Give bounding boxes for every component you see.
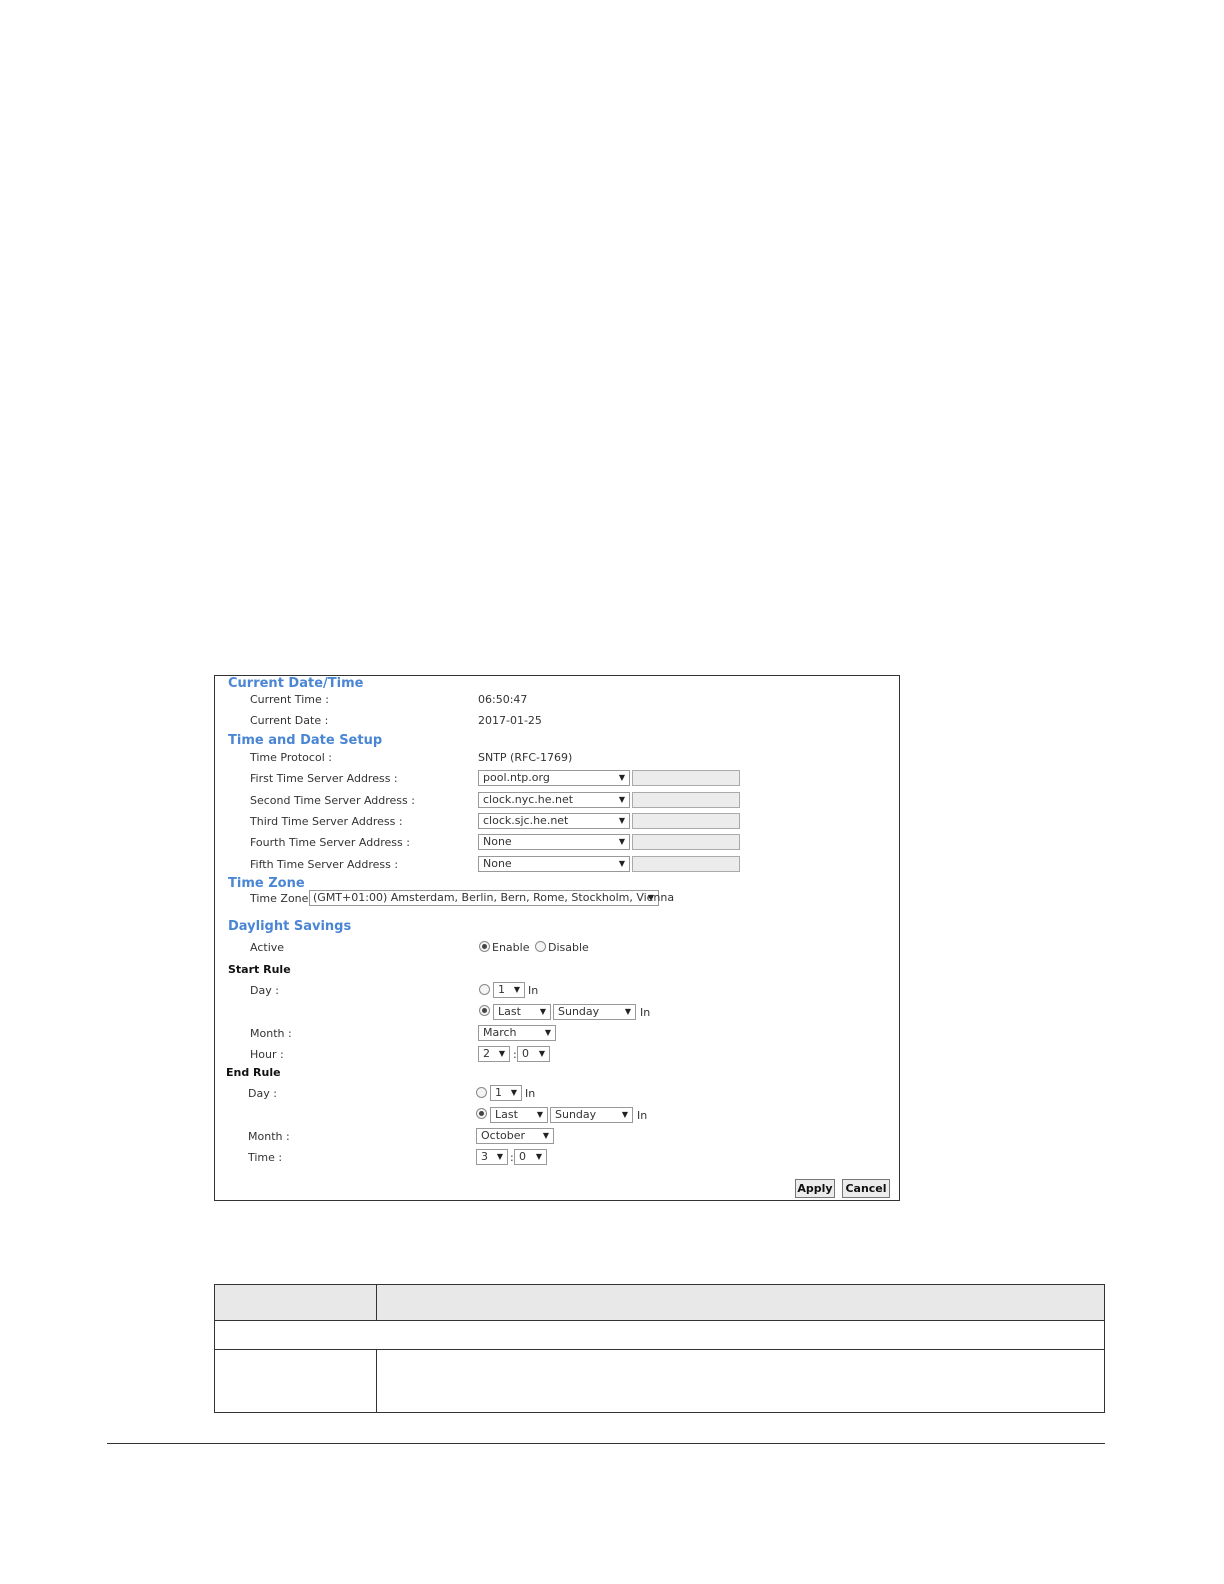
end-weekday-select[interactable]: Sunday ▼ — [550, 1107, 633, 1123]
fifth-server-custom-input[interactable] — [632, 856, 740, 872]
third-server-custom-input[interactable] — [632, 813, 740, 829]
daylight-disable-radio[interactable] — [535, 941, 546, 952]
chevron-down-icon: ▼ — [618, 859, 625, 868]
time-protocol-label: Time Protocol : — [250, 751, 332, 764]
end-rule-heading: End Rule — [226, 1066, 281, 1079]
start-month-label: Month : — [250, 1027, 292, 1040]
current-date-label: Current Date : — [250, 714, 329, 727]
end-week-select[interactable]: Last ▼ — [490, 1107, 548, 1123]
chevron-down-icon: ▼ — [624, 1007, 631, 1016]
start-day-number-select[interactable]: 1 ▼ — [493, 982, 525, 998]
table-row-description-cell — [376, 1349, 1105, 1413]
current-date-value: 2017-01-25 — [478, 714, 542, 727]
fourth-server-label: Fourth Time Server Address : — [250, 836, 410, 849]
chevron-down-icon: ▼ — [513, 985, 520, 994]
third-server-select[interactable]: clock.sjc.he.net ▼ — [478, 813, 630, 829]
fourth-server-custom-input[interactable] — [632, 834, 740, 850]
chevron-down-icon: ▼ — [536, 1110, 543, 1119]
first-server-label: First Time Server Address : — [250, 772, 398, 785]
end-day-label: Day : — [248, 1087, 277, 1100]
daylight-enable-radio[interactable] — [479, 941, 490, 952]
first-server-select[interactable]: pool.ntp.org ▼ — [478, 770, 630, 786]
section-time-zone: Time Zone — [228, 876, 305, 891]
chevron-down-icon: ▼ — [539, 1007, 546, 1016]
chevron-down-icon: ▼ — [496, 1152, 503, 1161]
daylight-enable-label: Enable — [492, 941, 530, 954]
third-server-label: Third Time Server Address : — [250, 815, 403, 828]
end-time-label: Time : — [248, 1151, 283, 1164]
table-header-description-cell — [376, 1284, 1105, 1321]
fifth-server-select[interactable]: None ▼ — [478, 856, 630, 872]
section-daylight-savings: Daylight Savings — [228, 919, 352, 934]
start-hour-label: Hour : — [250, 1048, 284, 1061]
chevron-down-icon: ▼ — [498, 1049, 505, 1058]
chevron-down-icon: ▼ — [647, 893, 654, 902]
start-in-label-2: In — [640, 1006, 651, 1019]
start-month-select[interactable]: March ▼ — [478, 1025, 556, 1041]
start-day-number-radio[interactable] — [479, 984, 490, 995]
start-minute-select[interactable]: 0 ▼ — [517, 1046, 550, 1062]
section-current-datetime: Current Date/Time — [228, 676, 364, 691]
current-time-value: 06:50:47 — [478, 693, 528, 706]
end-in-label-2: In — [637, 1109, 648, 1122]
second-server-label: Second Time Server Address : — [250, 794, 415, 807]
end-minute-select[interactable]: 0 ▼ — [514, 1149, 547, 1165]
start-hour-select[interactable]: 2 ▼ — [478, 1046, 510, 1062]
start-rule-heading: Start Rule — [228, 963, 291, 976]
end-in-label-1: In — [525, 1087, 536, 1100]
time-settings-panel: Current Date/Time Current Time : 06:50:4… — [214, 675, 900, 1201]
footer-divider — [107, 1443, 1105, 1444]
chevron-down-icon: ▼ — [542, 1131, 549, 1140]
end-day-number-radio[interactable] — [476, 1087, 487, 1098]
time-zone-label: Time Zone : — [250, 892, 316, 905]
fourth-server-select[interactable]: None ▼ — [478, 834, 630, 850]
end-hour-select[interactable]: 3 ▼ — [476, 1149, 508, 1165]
daylight-disable-label: Disable — [548, 941, 589, 954]
chevron-down-icon: ▼ — [618, 837, 625, 846]
table-section-row — [214, 1320, 1105, 1350]
chevron-down-icon: ▼ — [544, 1028, 551, 1037]
chevron-down-icon: ▼ — [618, 795, 625, 804]
daylight-active-label: Active — [250, 941, 285, 954]
apply-button[interactable]: Apply — [795, 1179, 835, 1198]
chevron-down-icon: ▼ — [538, 1049, 545, 1058]
chevron-down-icon: ▼ — [510, 1088, 517, 1097]
table-row-label-cell — [214, 1349, 377, 1413]
section-time-date-setup: Time and Date Setup — [228, 733, 383, 748]
chevron-down-icon: ▼ — [618, 773, 625, 782]
description-table — [214, 1284, 1105, 1413]
end-day-week-radio[interactable] — [476, 1108, 487, 1119]
start-day-label: Day : — [250, 984, 279, 997]
fifth-server-label: Fifth Time Server Address : — [250, 858, 399, 871]
start-week-select[interactable]: Last ▼ — [493, 1004, 551, 1020]
first-server-custom-input[interactable] — [632, 770, 740, 786]
second-server-custom-input[interactable] — [632, 792, 740, 808]
start-in-label-1: In — [528, 984, 539, 997]
start-weekday-select[interactable]: Sunday ▼ — [553, 1004, 636, 1020]
chevron-down-icon: ▼ — [535, 1152, 542, 1161]
time-zone-select[interactable]: (GMT+01:00) Amsterdam, Berlin, Bern, Rom… — [309, 890, 674, 906]
chevron-down-icon: ▼ — [621, 1110, 628, 1119]
cancel-button[interactable]: Cancel — [842, 1179, 890, 1198]
end-month-label: Month : — [248, 1130, 290, 1143]
end-day-number-select[interactable]: 1 ▼ — [490, 1085, 522, 1101]
second-server-select[interactable]: clock.nyc.he.net ▼ — [478, 792, 630, 808]
current-time-label: Current Time : — [250, 693, 329, 706]
start-day-week-radio[interactable] — [479, 1005, 490, 1016]
table-header-label-cell — [214, 1284, 377, 1321]
chevron-down-icon: ▼ — [618, 816, 625, 825]
end-month-select[interactable]: October ▼ — [476, 1128, 554, 1144]
time-protocol-value: SNTP (RFC-1769) — [478, 751, 573, 764]
